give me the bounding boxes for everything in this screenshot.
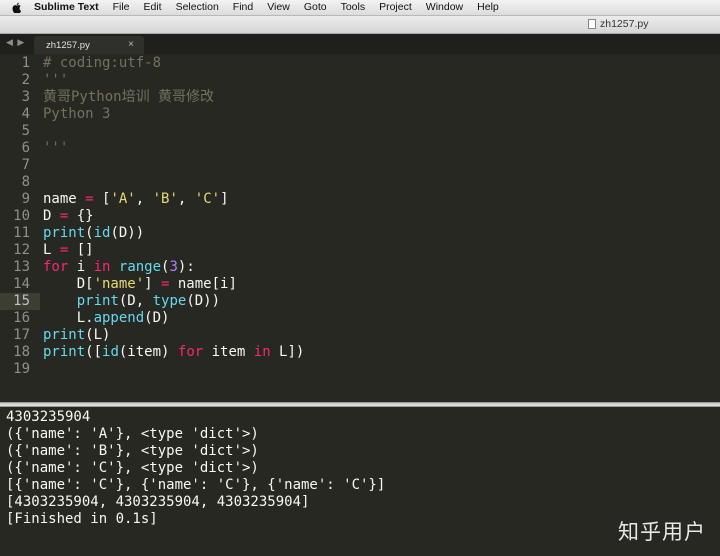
code-line[interactable]: 11 print(id(D)) [0, 225, 720, 242]
tab-label: zh1257.py [46, 40, 90, 51]
line-number: 15 [13, 293, 30, 309]
code-text[interactable]: # coding:utf-8 [43, 55, 161, 72]
code-line[interactable]: 18 print([id(item) for item in L]) [0, 344, 720, 361]
menu-selection[interactable]: Selection [169, 0, 226, 15]
line-number: 18 [13, 344, 30, 360]
build-output-panel: 知乎用户 4303235904 ({'name': 'A'}, <type 'di… [0, 407, 720, 556]
line-number: 7 [21, 157, 30, 173]
line-number: 12 [13, 242, 30, 258]
code-text[interactable]: print(id(D)) [43, 225, 144, 242]
code-line[interactable]: 5 [0, 123, 720, 140]
line-number: 3 [21, 89, 30, 105]
menu-bar: Sublime Text File Edit Selection Find Vi… [0, 0, 720, 16]
code-text[interactable]: D['name'] = name[i] [43, 276, 237, 293]
code-text[interactable]: L = [] [43, 242, 94, 259]
menu-app-name[interactable]: Sublime Text [34, 0, 106, 15]
code-line[interactable]: 17 print(L) [0, 327, 720, 344]
menu-tools[interactable]: Tools [334, 0, 373, 15]
output-line: ({'name': 'C'}, <type 'dict'>) [6, 460, 259, 476]
line-number: 9 [21, 191, 30, 207]
code-text[interactable]: 黄哥Python培训 黄哥修改 [43, 89, 214, 106]
output-line: [{'name': 'C'}, {'name': 'C'}, {'name': … [6, 477, 386, 493]
menu-find[interactable]: Find [226, 0, 260, 15]
output-line: [Finished in 0.1s] [6, 511, 158, 527]
code-text[interactable]: L.append(D) [43, 310, 170, 327]
line-number: 1 [21, 55, 30, 71]
menu-window[interactable]: Window [419, 0, 470, 15]
code-line[interactable]: 4 Python 3 [0, 106, 720, 123]
watermark: 知乎用户 [618, 520, 706, 544]
line-number: 10 [13, 208, 30, 224]
window-title-text: zh1257.py [600, 18, 649, 30]
menu-help[interactable]: Help [470, 0, 506, 15]
output-line: ({'name': 'A'}, <type 'dict'>) [6, 426, 259, 442]
code-editor[interactable]: 1 # coding:utf-8 2 ''' 3 黄哥Python培训 黄哥修改 4 Pyth… [0, 54, 720, 402]
code-line[interactable]: 12 L = [] [0, 242, 720, 259]
document-icon [588, 19, 596, 29]
line-number: 5 [21, 123, 30, 139]
close-icon[interactable]: × [128, 39, 134, 50]
code-text[interactable]: ''' [43, 72, 68, 89]
line-number: 4 [21, 106, 30, 122]
line-number: 17 [13, 327, 30, 343]
tab-zh1257[interactable]: zh1257.py × [34, 36, 144, 54]
code-line[interactable]: 1 # coding:utf-8 [0, 55, 720, 72]
line-number: 16 [13, 310, 30, 326]
code-text[interactable]: for i in range(3): [43, 259, 195, 276]
menu-view[interactable]: View [260, 0, 297, 15]
code-line[interactable]: 8 [0, 174, 720, 191]
code-text[interactable]: D = {} [43, 208, 94, 225]
menu-file[interactable]: File [106, 0, 137, 15]
code-line[interactable]: 16 L.append(D) [0, 310, 720, 327]
line-number: 6 [21, 140, 30, 156]
code-text[interactable]: name = ['A', 'B', 'C'] [43, 191, 229, 208]
tab-bar: ◀ ▶ zh1257.py × [0, 34, 720, 54]
code-line[interactable]: 3 黄哥Python培训 黄哥修改 [0, 89, 720, 106]
code-line[interactable]: 19 [0, 361, 720, 378]
code-text[interactable]: Python 3 [43, 106, 110, 123]
line-number: 2 [21, 72, 30, 88]
code-text[interactable]: print(D, type(D)) [43, 293, 220, 310]
tab-nav-arrows-icon[interactable]: ◀ ▶ [6, 37, 25, 48]
code-line[interactable]: 10 D = {} [0, 208, 720, 225]
output-line: 4303235904 [6, 409, 91, 425]
line-number: 13 [13, 259, 30, 275]
code-line[interactable]: 6 ''' [0, 140, 720, 157]
code-line[interactable]: 9 name = ['A', 'B', 'C'] [0, 191, 720, 208]
menu-edit[interactable]: Edit [137, 0, 169, 15]
line-number: 11 [13, 225, 30, 241]
code-text[interactable]: print([id(item) for item in L]) [43, 344, 304, 361]
code-line[interactable]: 2 ''' [0, 72, 720, 89]
code-line[interactable]: 7 [0, 157, 720, 174]
menu-project[interactable]: Project [372, 0, 419, 15]
menu-goto[interactable]: Goto [297, 0, 334, 15]
code-line[interactable]: 15 print(D, type(D)) [0, 293, 720, 310]
apple-icon[interactable] [12, 2, 22, 13]
output-line: [4303235904, 4303235904, 4303235904] [6, 494, 310, 510]
line-number: 14 [13, 276, 30, 292]
line-number: 19 [13, 361, 30, 377]
line-number: 8 [21, 174, 30, 190]
code-text[interactable]: ''' [43, 140, 68, 157]
output-line: ({'name': 'B'}, <type 'dict'>) [6, 443, 259, 459]
code-line[interactable]: 13 for i in range(3): [0, 259, 720, 276]
code-line[interactable]: 14 D['name'] = name[i] [0, 276, 720, 293]
code-text[interactable]: print(L) [43, 327, 110, 344]
window-title: zh1257.py [588, 18, 648, 30]
window-title-bar[interactable]: zh1257.py [0, 16, 720, 34]
